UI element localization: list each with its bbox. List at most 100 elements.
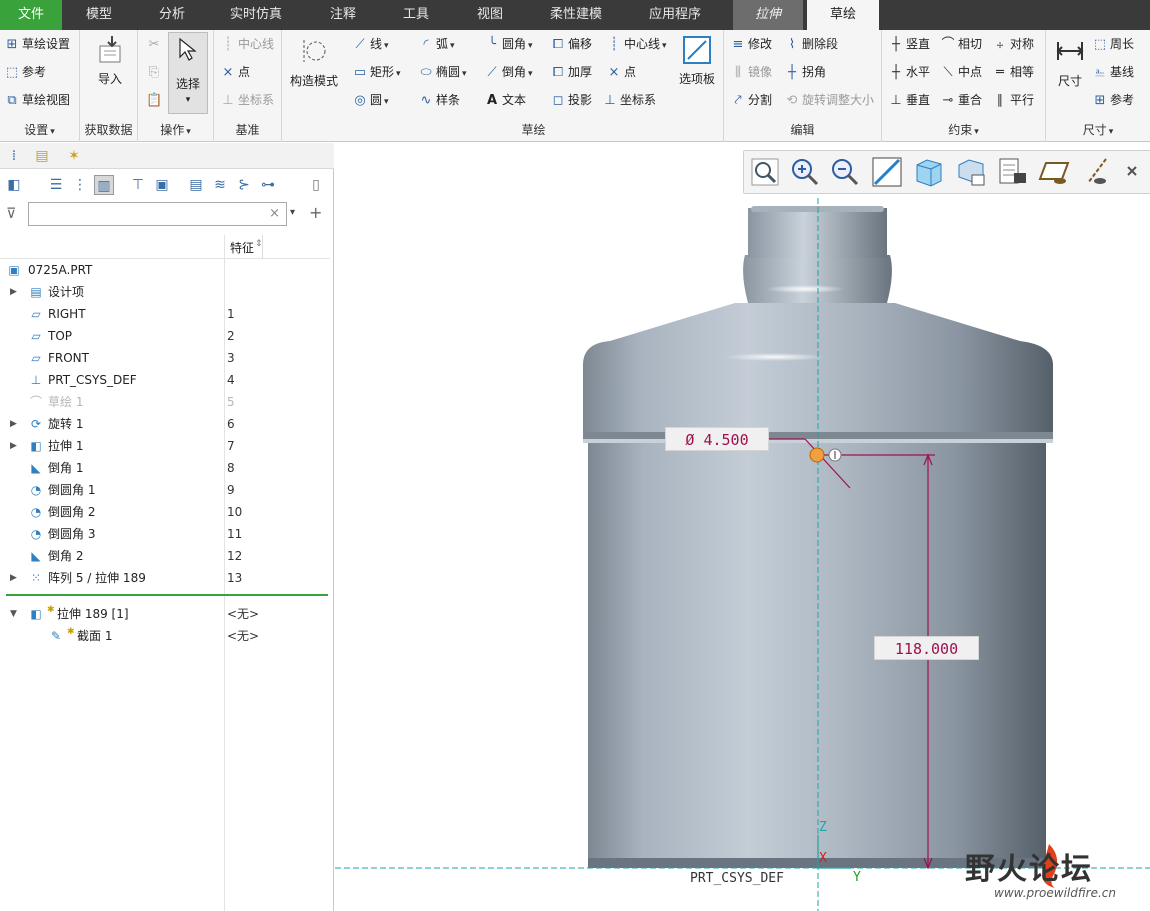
add-filter-icon[interactable]: + <box>309 203 322 222</box>
search-dropdown-icon[interactable]: ▾ <box>290 207 295 218</box>
chamfer-button[interactable]: ⟋ 倒角 ▾ <box>484 61 532 83</box>
options-icon[interactable]: ▯ <box>306 175 326 195</box>
tree-item[interactable]: ▼ ◧ ✱ 拉伸 189 [1] <无> <box>0 603 330 625</box>
tab-view[interactable]: 视图 <box>450 0 530 30</box>
model-view[interactable] <box>335 143 1150 911</box>
text-button[interactable]: A 文本 <box>484 89 526 111</box>
import-button[interactable]: 导入 <box>88 34 132 87</box>
layer-icon[interactable]: ▤ <box>186 175 206 195</box>
display-style-icon[interactable] <box>912 155 946 189</box>
zoom-in-icon[interactable] <box>788 155 822 189</box>
favorites-tab-icon[interactable]: ✶ <box>64 146 84 166</box>
symmetric-constraint-button[interactable]: ⧾ 对称 <box>992 33 1034 55</box>
offset-button[interactable]: ⧠ 偏移 <box>550 33 592 55</box>
tab-live-simulation[interactable]: 实时仿真 <box>208 0 304 30</box>
midpoint-constraint-button[interactable]: ⟍ 中点 <box>940 61 982 83</box>
tab-sketch[interactable]: 草绘 <box>807 0 879 30</box>
group-label-constraints[interactable]: 约束 ▾ <box>882 121 1045 138</box>
group-label-setup[interactable]: 设置 ▾ <box>0 121 79 138</box>
collapse-arrow-icon[interactable]: ▼ <box>10 603 17 625</box>
datum-point-display-icon[interactable] <box>1122 155 1150 189</box>
folder-browser-tab-icon[interactable]: ▤ <box>32 146 52 166</box>
show-icon[interactable]: ⊱ <box>234 175 254 195</box>
expand-arrow-icon[interactable]: ▶ <box>10 567 17 589</box>
perpendicular-constraint-button[interactable]: ⊥ 垂直 <box>888 89 930 111</box>
expand-arrow-icon[interactable]: ▶ <box>10 413 17 435</box>
sketch-centerline-button[interactable]: ┊ 中心线 ▾ <box>606 33 666 55</box>
part-icon[interactable]: ◧ <box>4 175 24 195</box>
tree-item[interactable]: ✎ ✱ 截面 1 <无> <box>0 625 330 647</box>
tree-item[interactable]: ▱ FRONT 3 <box>0 347 330 369</box>
group-label-operations[interactable]: 操作 ▾ <box>138 121 213 138</box>
sketch-view-button[interactable]: ⧉ 草绘视图 <box>4 89 70 111</box>
dimension-button[interactable]: 尺寸 <box>1050 36 1090 89</box>
circle-button[interactable]: ◎ 圆 ▾ <box>352 89 388 111</box>
arc-button[interactable]: ◜ 弧 ▾ <box>418 33 454 55</box>
baseline-button[interactable]: ⎁ 基线 <box>1092 61 1134 83</box>
datum-plane-display-icon[interactable] <box>1038 155 1072 189</box>
refit-icon[interactable] <box>748 155 782 189</box>
cut-button[interactable]: ✂ <box>146 33 164 55</box>
search-input[interactable]: × <box>28 202 287 226</box>
sketch-setup-button[interactable]: ⊞ 草绘设置 <box>4 33 70 55</box>
references-button[interactable]: ⬚ 参考 <box>4 61 46 83</box>
spline-button[interactable]: ∿ 样条 <box>418 89 460 111</box>
tree-item[interactable]: ▣ 0725A.PRT <box>0 259 330 281</box>
graphics-window[interactable]: Ø 4.500 118.000 Z X Y PRT_CSYS_DEF 野火论坛 … <box>335 143 1150 911</box>
expand-icon[interactable]: ☰ <box>46 175 66 195</box>
tree-item[interactable]: ◔ 倒圆角 1 9 <box>0 479 330 501</box>
tab-analysis[interactable]: 分析 <box>136 0 208 30</box>
coincident-constraint-button[interactable]: ⊸ 重合 <box>940 89 982 111</box>
datum-axis-display-icon[interactable] <box>1080 155 1114 189</box>
tree-columns-icon[interactable]: ▥ <box>94 175 114 195</box>
paste-button[interactable]: 📋 <box>146 89 164 111</box>
feature-column-header[interactable]: 特征 <box>230 239 254 256</box>
vertical-constraint-button[interactable]: ┼ 竖直 <box>888 33 930 55</box>
tree-item[interactable]: ▱ RIGHT 1 <box>0 303 330 325</box>
datum-csys-button[interactable]: ⊥ 坐标系 <box>220 89 274 111</box>
tree-item[interactable]: ◣ 倒角 1 8 <box>0 457 330 479</box>
datum-centerline-button[interactable]: ┊ 中心线 <box>220 33 274 55</box>
view-manager-icon[interactable] <box>996 155 1030 189</box>
rotate-resize-button[interactable]: ⟲ 旋转调整大小 <box>784 89 874 111</box>
expand-arrow-icon[interactable]: ▶ <box>10 435 17 457</box>
project-button[interactable]: ◻ 投影 <box>550 89 592 111</box>
parallel-constraint-button[interactable]: ∥ 平行 <box>992 89 1034 111</box>
repaint-icon[interactable] <box>870 155 904 189</box>
delete-segment-button[interactable]: ⌇ 删除段 <box>784 33 838 55</box>
palette-button[interactable]: 选项板 <box>674 34 720 87</box>
equal-constraint-button[interactable]: ═ 相等 <box>992 61 1034 83</box>
tangent-constraint-button[interactable]: ⌒ 相切 <box>940 33 982 55</box>
group-label-dimension[interactable]: 尺寸 ▾ <box>1046 121 1150 138</box>
corner-button[interactable]: ┼ 拐角 <box>784 61 826 83</box>
perimeter-button[interactable]: ⬚ 周长 <box>1092 33 1134 55</box>
sketch-point-button[interactable]: × 点 <box>606 61 636 83</box>
tree-filter-icon[interactable]: ⊤ <box>128 175 148 195</box>
reference-dim-button[interactable]: ⊞ 参考 <box>1092 89 1134 111</box>
tab-tools[interactable]: 工具 <box>382 0 450 30</box>
layers-stack-icon[interactable]: ≋ <box>210 175 230 195</box>
divide-button[interactable]: ⤤ 分割 <box>730 89 772 111</box>
tree-item[interactable]: ▱ TOP 2 <box>0 325 330 347</box>
fillet-button[interactable]: ╰ 圆角 ▾ <box>484 33 532 55</box>
height-dimension[interactable]: 118.000 <box>874 636 979 660</box>
tree-item[interactable]: ◔ 倒圆角 3 11 <box>0 523 330 545</box>
tree-item[interactable]: ▶ ▤ 设计项 <box>0 281 330 303</box>
hierarchy-icon[interactable]: ⊶ <box>258 175 278 195</box>
tree-item[interactable]: ⌒ 草绘 1 5 <box>0 391 330 413</box>
rectangle-button[interactable]: ▭ 矩形 ▾ <box>352 61 401 83</box>
datum-point-button[interactable]: × 点 <box>220 61 250 83</box>
clear-search-icon[interactable]: × <box>269 206 280 221</box>
sketch-csys-button[interactable]: ⊥ 坐标系 <box>602 89 656 111</box>
tree-item[interactable]: ▶ ⟳ 旋转 1 6 <box>0 413 330 435</box>
tab-annotate[interactable]: 注释 <box>304 0 382 30</box>
tree-item[interactable]: ◔ 倒圆角 2 10 <box>0 501 330 523</box>
tree-settings-icon[interactable]: ▣ <box>152 175 172 195</box>
tab-extrude[interactable]: 拉伸 <box>733 0 803 30</box>
tree-item[interactable]: ◣ 倒角 2 12 <box>0 545 330 567</box>
tab-flexible-modeling[interactable]: 柔性建模 <box>530 0 622 30</box>
expand-arrow-icon[interactable]: ▶ <box>10 281 17 303</box>
modify-button[interactable]: ≡ 修改 <box>730 33 772 55</box>
tab-model[interactable]: 模型 <box>62 0 136 30</box>
diameter-dimension[interactable]: Ø 4.500 <box>665 427 769 451</box>
